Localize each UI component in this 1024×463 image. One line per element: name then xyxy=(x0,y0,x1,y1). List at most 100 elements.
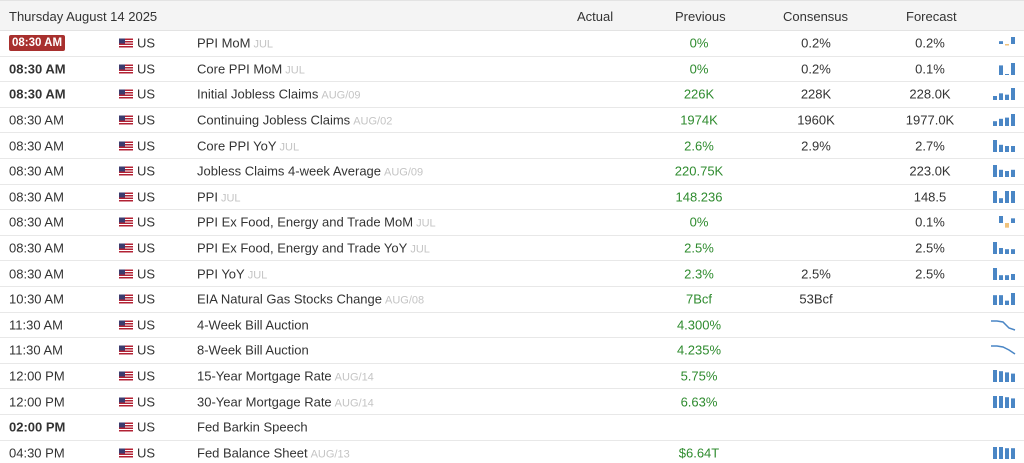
event-name[interactable]: Fed Barkin Speech xyxy=(197,420,308,435)
sparkline-chart-icon[interactable] xyxy=(989,190,1017,204)
sparkline-bar xyxy=(1011,88,1015,101)
event-name[interactable]: Continuing Jobless Claims xyxy=(197,113,350,128)
event-name[interactable]: Initial Jobless Claims xyxy=(197,87,318,102)
us-flag-icon xyxy=(119,115,133,125)
event-name-link[interactable]: 4-Week Bill Auction xyxy=(197,317,309,332)
consensus-header[interactable]: Consensus xyxy=(783,9,848,24)
table-header: Thursday August 14 2025 Actual Previous … xyxy=(0,0,1024,31)
forecast-value: 228.0K xyxy=(909,86,951,102)
sparkline-bar xyxy=(1005,190,1009,203)
sparkline-chart-icon[interactable] xyxy=(989,267,1017,281)
table-row[interactable]: 08:30 AM US Initial Jobless Claims AUG/09 22… xyxy=(0,82,1024,108)
event-name[interactable]: Fed Balance Sheet xyxy=(197,445,308,460)
event-name[interactable]: Core PPI YoY xyxy=(197,138,277,153)
consensus-value: 228K xyxy=(800,86,832,102)
event-name[interactable]: PPI YoY xyxy=(197,266,245,281)
previous-header[interactable]: Previous xyxy=(675,9,726,24)
event-name-link[interactable]: PPI MoM JUL xyxy=(197,36,273,51)
sparkline-chart-icon[interactable] xyxy=(989,395,1017,409)
event-name[interactable]: 15-Year Mortgage Rate xyxy=(197,369,332,384)
sparkline-bar xyxy=(999,248,1003,255)
table-row[interactable]: 12:00 PM US 15-Year Mortgage Rate AUG/14 5.7… xyxy=(0,364,1024,390)
us-flag-icon xyxy=(119,89,133,99)
event-name[interactable]: 4-Week Bill Auction xyxy=(197,317,309,332)
event-reference-period: JUL xyxy=(416,217,436,230)
event-name[interactable]: PPI xyxy=(197,189,218,204)
event-name-link[interactable]: Core PPI YoY JUL xyxy=(197,138,299,153)
table-row[interactable]: 04:30 PM US Fed Balance Sheet AUG/13 $6.64T xyxy=(0,441,1024,463)
sparkline-chart-icon[interactable] xyxy=(989,113,1017,127)
event-name-link[interactable]: Jobless Claims 4-week Average AUG/09 xyxy=(197,164,423,179)
table-row[interactable]: 08:30 AM US PPI MoM JUL 0% 0.2% 0.2% xyxy=(0,31,1024,57)
us-flag-icon xyxy=(119,64,133,74)
event-name[interactable]: PPI Ex Food, Energy and Trade YoY xyxy=(197,241,407,256)
event-name-link[interactable]: PPI Ex Food, Energy and Trade MoM JUL xyxy=(197,215,436,230)
event-country: US xyxy=(137,419,156,435)
us-flag-icon xyxy=(119,294,133,304)
table-row[interactable]: 02:00 PM US Fed Barkin Speech xyxy=(0,415,1024,441)
event-name-link[interactable]: 8-Week Bill Auction xyxy=(197,343,309,358)
table-row[interactable]: 08:30 AM US PPI Ex Food, Energy and Trade … xyxy=(0,210,1024,236)
table-row[interactable]: 08:30 AM US PPI YoY JUL 2.3% 2.5% 2.5% xyxy=(0,261,1024,287)
event-country: US xyxy=(137,86,156,102)
event-name-link[interactable]: 30-Year Mortgage Rate AUG/14 xyxy=(197,394,374,409)
event-name-link[interactable]: PPI Ex Food, Energy and Trade YoY JUL xyxy=(197,241,430,256)
previous-value: 2.6% xyxy=(684,138,714,154)
event-name-link[interactable]: Continuing Jobless Claims AUG/02 xyxy=(197,113,392,128)
forecast-header[interactable]: Forecast xyxy=(906,9,957,24)
sparkline-bar xyxy=(999,371,1003,383)
sparkline-chart-icon[interactable] xyxy=(989,215,1017,229)
event-name[interactable]: 30-Year Mortgage Rate xyxy=(197,394,332,409)
event-name-link[interactable]: Fed Barkin Speech xyxy=(197,420,308,435)
table-row[interactable]: 08:30 AM US Jobless Claims 4-week Average A… xyxy=(0,159,1024,185)
table-row[interactable]: 10:30 AM US EIA Natural Gas Stocks Change A… xyxy=(0,287,1024,313)
sparkline-chart-icon[interactable] xyxy=(989,241,1017,255)
event-name-link[interactable]: EIA Natural Gas Stocks Change AUG/08 xyxy=(197,292,424,307)
event-name-link[interactable]: PPI YoY JUL xyxy=(197,266,267,281)
event-name[interactable]: PPI Ex Food, Energy and Trade MoM xyxy=(197,215,413,230)
sparkline-chart-icon[interactable] xyxy=(989,343,1017,357)
sparkline-chart-icon[interactable] xyxy=(989,369,1017,383)
previous-value: 2.3% xyxy=(684,266,714,282)
table-row[interactable]: 11:30 AM US 4-Week Bill Auction 4.300% xyxy=(0,313,1024,339)
table-row[interactable]: 08:30 AM US PPI JUL 148.236 148.5 xyxy=(0,185,1024,211)
sparkline-chart-icon[interactable] xyxy=(989,164,1017,178)
sparkline-bar xyxy=(1011,170,1015,178)
event-reference-period: JUL xyxy=(247,269,268,282)
event-name[interactable]: 8-Week Bill Auction xyxy=(197,343,309,358)
actual-header[interactable]: Actual xyxy=(577,9,613,24)
event-country: US xyxy=(137,138,156,154)
event-name-link[interactable]: Core PPI MoM JUL xyxy=(197,61,305,76)
table-row[interactable]: 12:00 PM US 30-Year Mortgage Rate AUG/14 6.6… xyxy=(0,389,1024,415)
event-name[interactable]: EIA Natural Gas Stocks Change xyxy=(197,292,382,307)
event-name[interactable]: PPI MoM xyxy=(197,36,250,51)
sparkline-chart-icon[interactable] xyxy=(989,318,1017,332)
forecast-value: 0.1% xyxy=(915,214,945,230)
event-country: US xyxy=(137,112,156,128)
previous-value: 226K xyxy=(683,86,715,102)
table-row[interactable]: 08:30 AM US Continuing Jobless Claims AUG/0… xyxy=(0,108,1024,134)
table-row[interactable]: 08:30 AM US Core PPI YoY JUL 2.6% 2.9% 2.7% xyxy=(0,133,1024,159)
sparkline-bar xyxy=(999,198,1003,203)
event-name[interactable]: Jobless Claims 4-week Average xyxy=(197,164,381,179)
event-time: 12:00 PM xyxy=(9,394,65,410)
sparkline-chart-icon[interactable] xyxy=(989,446,1017,460)
event-name-link[interactable]: Fed Balance Sheet AUG/13 xyxy=(197,445,350,460)
table-row[interactable]: 08:30 AM US Core PPI MoM JUL 0% 0.2% 0.1% xyxy=(0,57,1024,83)
sparkline-chart-icon[interactable] xyxy=(989,292,1017,306)
previous-value: 148.236 xyxy=(675,189,723,205)
sparkline-bar xyxy=(1011,62,1015,75)
event-name-link[interactable]: 15-Year Mortgage Rate AUG/14 xyxy=(197,369,374,384)
event-name[interactable]: Core PPI MoM xyxy=(197,61,282,76)
event-name-link[interactable]: PPI JUL xyxy=(197,189,241,204)
event-name-link[interactable]: Initial Jobless Claims AUG/09 xyxy=(197,87,361,102)
table-row[interactable]: 11:30 AM US 8-Week Bill Auction 4.235% xyxy=(0,338,1024,364)
event-time: 08:30 AM xyxy=(9,86,66,102)
event-reference-period: AUG/14 xyxy=(334,371,374,384)
sparkline-chart-icon[interactable] xyxy=(989,62,1017,76)
sparkline-chart-icon[interactable] xyxy=(989,139,1017,153)
forecast-value: 0.1% xyxy=(915,61,945,77)
sparkline-chart-icon[interactable] xyxy=(989,36,1017,50)
sparkline-chart-icon[interactable] xyxy=(989,87,1017,101)
table-row[interactable]: 08:30 AM US PPI Ex Food, Energy and Trade … xyxy=(0,236,1024,262)
